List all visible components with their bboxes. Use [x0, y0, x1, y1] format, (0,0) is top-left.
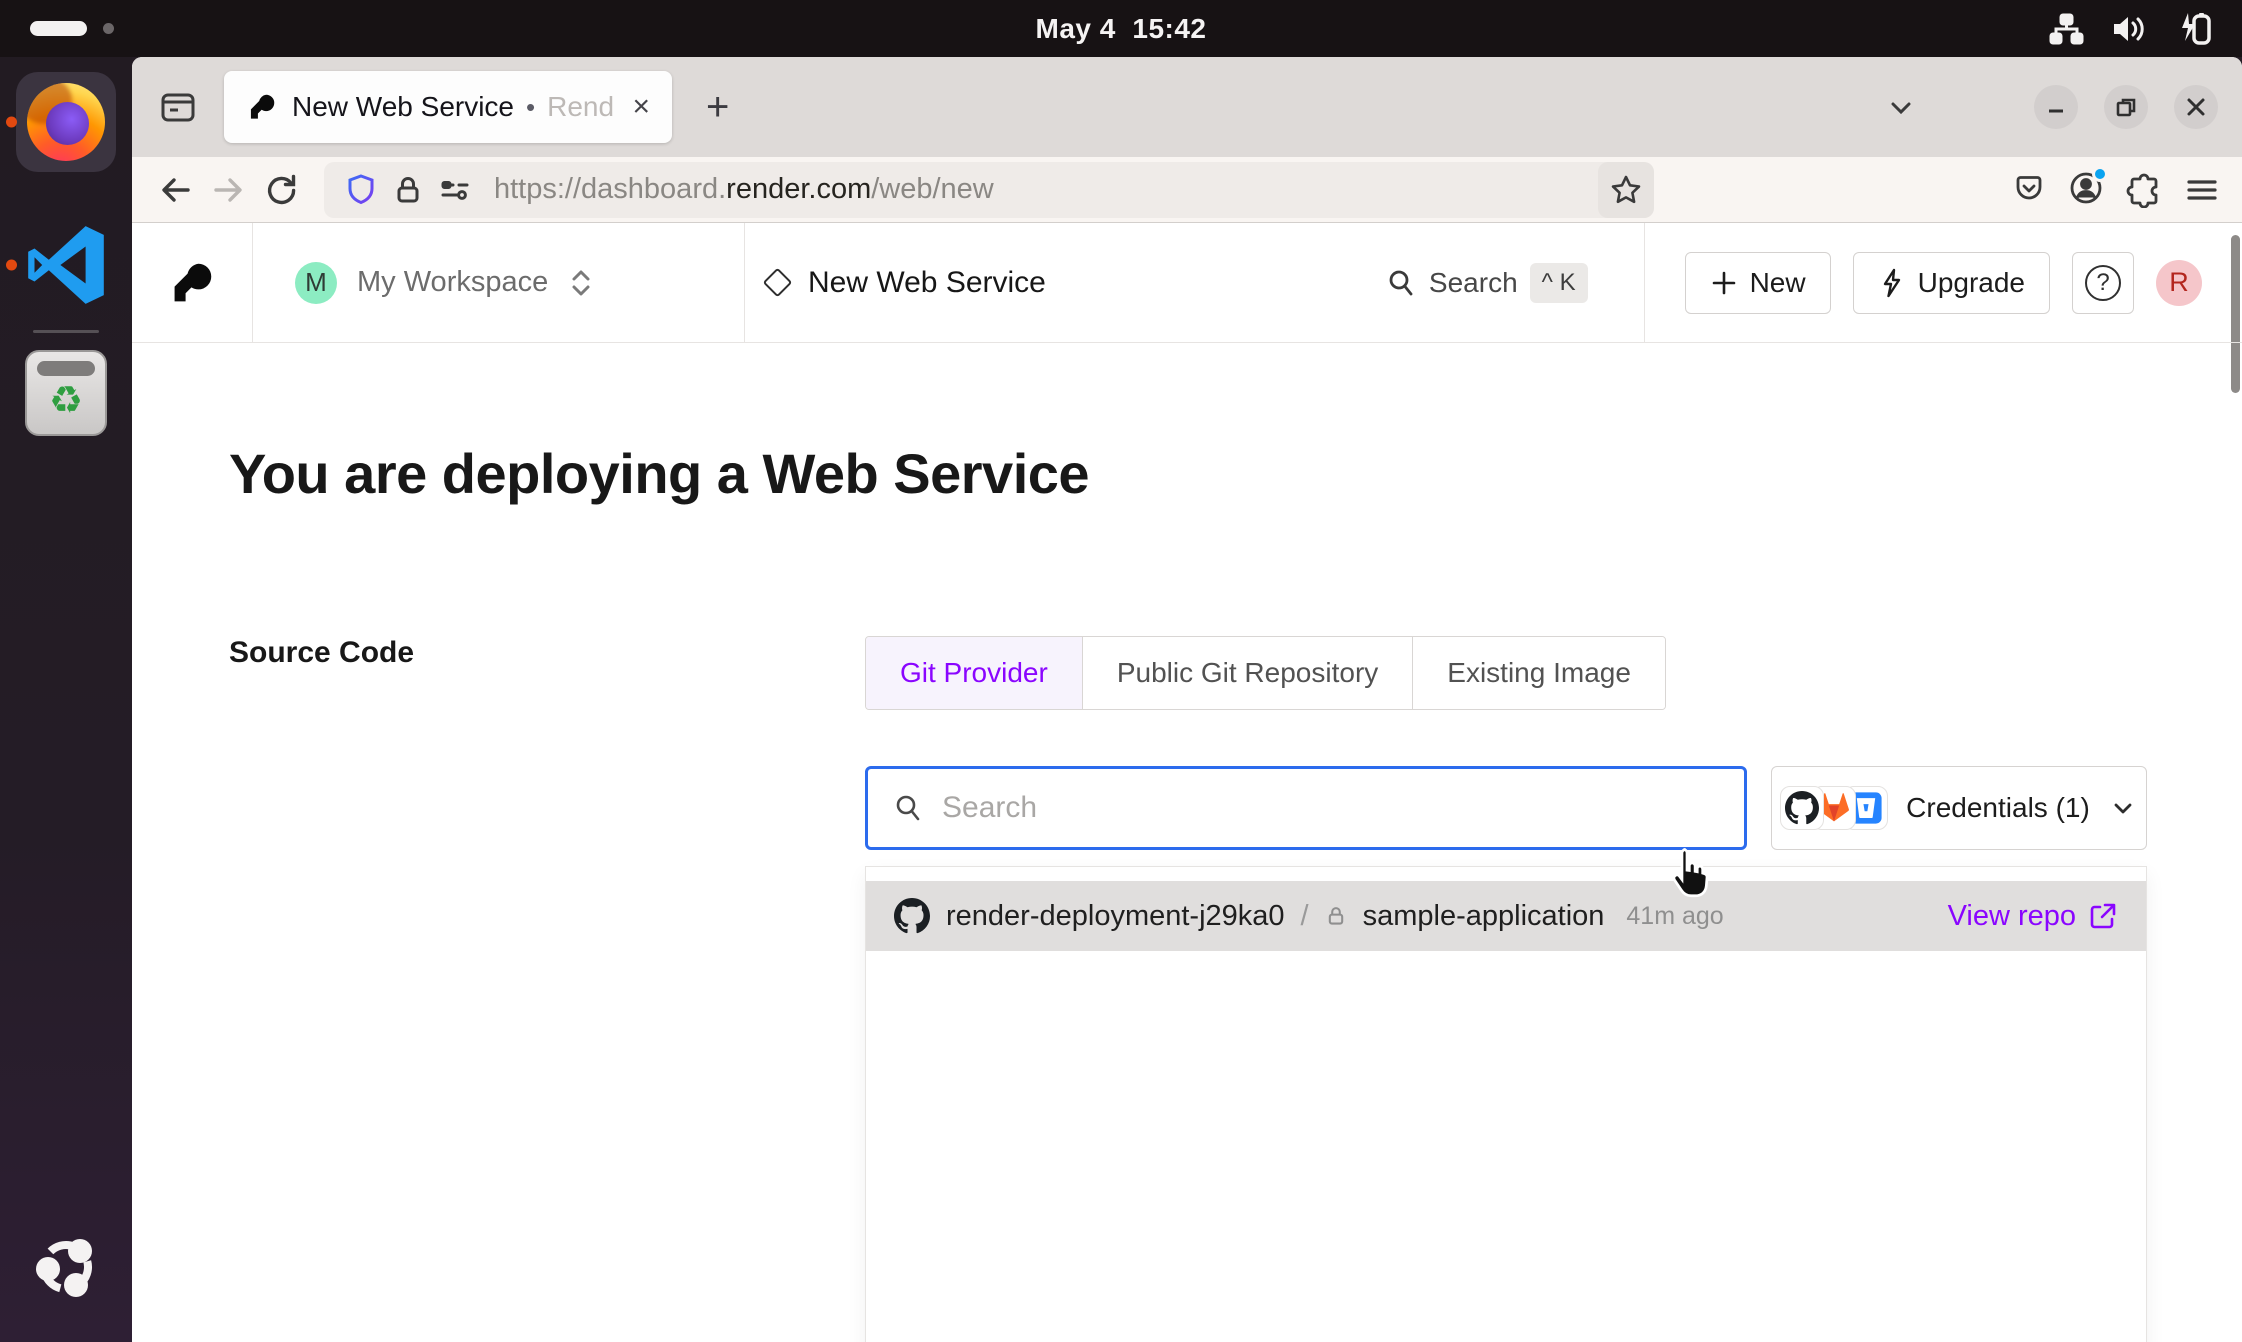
credentials-dropdown[interactable]: Credentials (1) — [1771, 766, 2147, 850]
url-bar[interactable]: https://dashboard.render.com/web/new — [324, 162, 1654, 218]
global-search-button[interactable]: Search ^ K — [1385, 263, 1588, 303]
pocket-icon[interactable] — [2012, 173, 2046, 207]
permissions-icon[interactable] — [438, 173, 472, 207]
vscode-icon — [24, 223, 108, 307]
battery-charging-icon — [2174, 9, 2214, 49]
workspace-chevrons-icon — [568, 266, 594, 300]
inactive-workspace-dot — [103, 23, 114, 34]
show-apps-icon — [28, 1229, 104, 1305]
firefox-running-dot — [6, 117, 17, 128]
tab-bar: New Web Service • Rend × + — [132, 57, 2242, 157]
active-workspace-pill — [30, 21, 87, 36]
tab-git-provider[interactable]: Git Provider — [866, 637, 1083, 709]
external-link-icon — [2088, 901, 2118, 931]
desktop-screen: May 4 15:42 ♻ — [0, 0, 2242, 1342]
github-icon — [894, 898, 930, 934]
provider-chips — [1780, 786, 1888, 830]
app-header: M My Workspace New Web Service Search ^ … — [132, 223, 2242, 343]
dock-item-trash[interactable]: ♻ — [0, 350, 132, 436]
upgrade-button[interactable]: Upgrade — [1853, 252, 2050, 314]
tab-title: New Web Service — [292, 91, 514, 123]
tab-close-icon[interactable]: × — [628, 90, 654, 124]
network-tree-icon — [2048, 11, 2084, 47]
page-heading: You are deploying a Web Service — [229, 441, 2242, 506]
trash-icon: ♻ — [25, 350, 107, 436]
page-title: New Web Service — [808, 266, 1046, 300]
vscode-running-dot — [6, 260, 17, 271]
tab-separator: • — [526, 92, 535, 123]
repo-name: sample-application — [1363, 900, 1605, 933]
account-button[interactable] — [2068, 170, 2104, 211]
plus-icon — [1710, 269, 1738, 297]
help-button[interactable]: ? — [2072, 252, 2134, 314]
breadcrumb: New Web Service — [767, 266, 1046, 300]
github-icon — [1780, 786, 1824, 830]
lightning-icon — [1878, 268, 1906, 298]
render-favicon — [248, 93, 276, 121]
repo-row[interactable]: render-deployment-j29ka0 / sample-applic… — [866, 881, 2146, 951]
dock: ♻ — [0, 57, 132, 1342]
repo-search-field[interactable] — [865, 766, 1747, 850]
dock-item-firefox[interactable] — [0, 72, 132, 172]
main-content: You are deploying a Web Service Source C… — [132, 343, 2242, 1342]
reload-button[interactable] — [254, 164, 306, 216]
new-button[interactable]: New — [1685, 252, 1831, 314]
chevron-down-icon — [2108, 793, 2138, 823]
repo-search-input[interactable] — [942, 791, 1720, 825]
question-mark-icon: ? — [2085, 265, 2121, 301]
search-icon — [892, 792, 924, 824]
mouse-cursor — [1662, 846, 1712, 904]
workspace-name: My Workspace — [357, 266, 548, 299]
close-window-button[interactable] — [2174, 85, 2218, 129]
repo-results-panel: render-deployment-j29ka0 / sample-applic… — [865, 866, 2147, 1342]
system-tray[interactable] — [2048, 0, 2214, 57]
dock-item-show-apps[interactable] — [0, 1229, 132, 1305]
render-dashboard-page: M My Workspace New Web Service Search ^ … — [132, 223, 2242, 1341]
bookmark-star-icon[interactable] — [1598, 162, 1654, 218]
search-shortcut-badge: ^ K — [1530, 263, 1588, 303]
source-code-label: Source Code — [229, 636, 865, 670]
user-avatar[interactable]: R — [2156, 260, 2202, 306]
list-all-tabs-chevron-icon[interactable] — [1884, 90, 1918, 124]
private-lock-icon — [1325, 905, 1347, 927]
search-icon — [1385, 267, 1417, 299]
tab-site: Rend — [547, 91, 614, 123]
dock-item-vscode[interactable] — [0, 215, 132, 315]
firefox-view-icon[interactable] — [154, 83, 202, 131]
tab-existing-image[interactable]: Existing Image — [1413, 637, 1665, 709]
menu-hamburger-icon[interactable] — [2184, 172, 2220, 208]
firefox-icon — [27, 83, 105, 161]
volume-icon — [2110, 11, 2148, 47]
repo-separator: / — [1301, 900, 1309, 933]
account-notification-dot — [2092, 166, 2108, 182]
repo-updated-time: 41m ago — [1626, 902, 1723, 931]
restore-button[interactable] — [2104, 85, 2148, 129]
header-divider — [1644, 223, 1645, 343]
render-logo[interactable] — [132, 223, 253, 343]
minimize-button[interactable] — [2034, 85, 2078, 129]
repo-owner: render-deployment-j29ka0 — [946, 900, 1285, 933]
workspace-indicators[interactable] — [30, 0, 114, 57]
system-clock[interactable]: May 4 15:42 — [1036, 13, 1207, 45]
service-diamond-icon — [763, 268, 793, 298]
active-tab[interactable]: New Web Service • Rend × — [224, 71, 672, 143]
back-button[interactable] — [150, 164, 202, 216]
credentials-label: Credentials (1) — [1906, 792, 2090, 824]
browser-window: New Web Service • Rend × + — [132, 57, 2242, 1342]
navigation-bar: https://dashboard.render.com/web/new — [132, 157, 2242, 223]
source-type-tabs: Git Provider Public Git Repository Exist… — [865, 636, 1666, 710]
system-top-bar: May 4 15:42 — [0, 0, 2242, 57]
lock-icon[interactable] — [392, 174, 424, 206]
dock-divider — [33, 330, 99, 333]
new-tab-button[interactable]: + — [698, 87, 737, 127]
forward-button[interactable] — [202, 164, 254, 216]
workspace-avatar: M — [295, 262, 337, 304]
tab-public-git-repository[interactable]: Public Git Repository — [1083, 637, 1413, 709]
tracking-protection-shield-icon[interactable] — [344, 173, 378, 207]
view-repo-link[interactable]: View repo — [1948, 900, 2118, 933]
extensions-puzzle-icon[interactable] — [2126, 172, 2162, 208]
workspace-switcher[interactable]: M My Workspace — [253, 223, 745, 343]
url-text: https://dashboard.render.com/web/new — [494, 173, 994, 206]
